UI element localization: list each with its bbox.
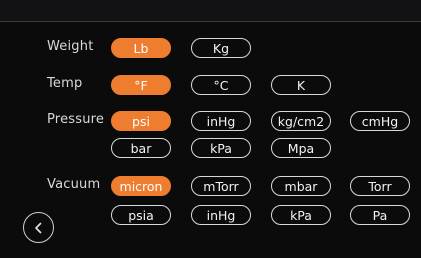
vacuum-option-mtorr[interactable]: mTorr — [191, 176, 251, 196]
pressure-option-kgcm2[interactable]: kg/cm2 — [271, 111, 331, 131]
temp-option-kelvin[interactable]: K — [271, 75, 331, 95]
vacuum-option-psia[interactable]: psia — [111, 205, 171, 225]
pressure-option-bar[interactable]: bar — [111, 138, 171, 158]
temp-option-fahrenheit[interactable]: °F — [111, 75, 171, 95]
vacuum-option-mbar[interactable]: mbar — [271, 176, 331, 196]
vacuum-option-kpa[interactable]: kPa — [271, 205, 331, 225]
pressure-option-inhg[interactable]: inHg — [191, 111, 251, 131]
temp-label: Temp — [47, 76, 83, 91]
pressure-label: Pressure — [47, 112, 105, 127]
pressure-option-psi[interactable]: psi — [111, 111, 171, 131]
weight-label: Weight — [47, 39, 94, 54]
weight-option-lb[interactable]: Lb — [111, 38, 171, 58]
pressure-option-mpa[interactable]: Mpa — [271, 138, 331, 158]
chevron-left-icon — [34, 222, 41, 233]
pressure-option-kpa[interactable]: kPa — [191, 138, 251, 158]
weight-option-kg[interactable]: Kg — [191, 38, 251, 58]
top-bar — [0, 0, 421, 22]
pressure-option-cmhg[interactable]: cmHg — [350, 111, 410, 131]
temp-option-celsius[interactable]: °C — [191, 75, 251, 95]
back-button[interactable] — [23, 212, 54, 243]
vacuum-option-torr[interactable]: Torr — [350, 176, 410, 196]
vacuum-option-micron[interactable]: micron — [111, 176, 171, 196]
vacuum-option-inhg[interactable]: inHg — [191, 205, 251, 225]
vacuum-label: Vacuum — [47, 177, 101, 192]
vacuum-option-pa[interactable]: Pa — [350, 205, 410, 225]
